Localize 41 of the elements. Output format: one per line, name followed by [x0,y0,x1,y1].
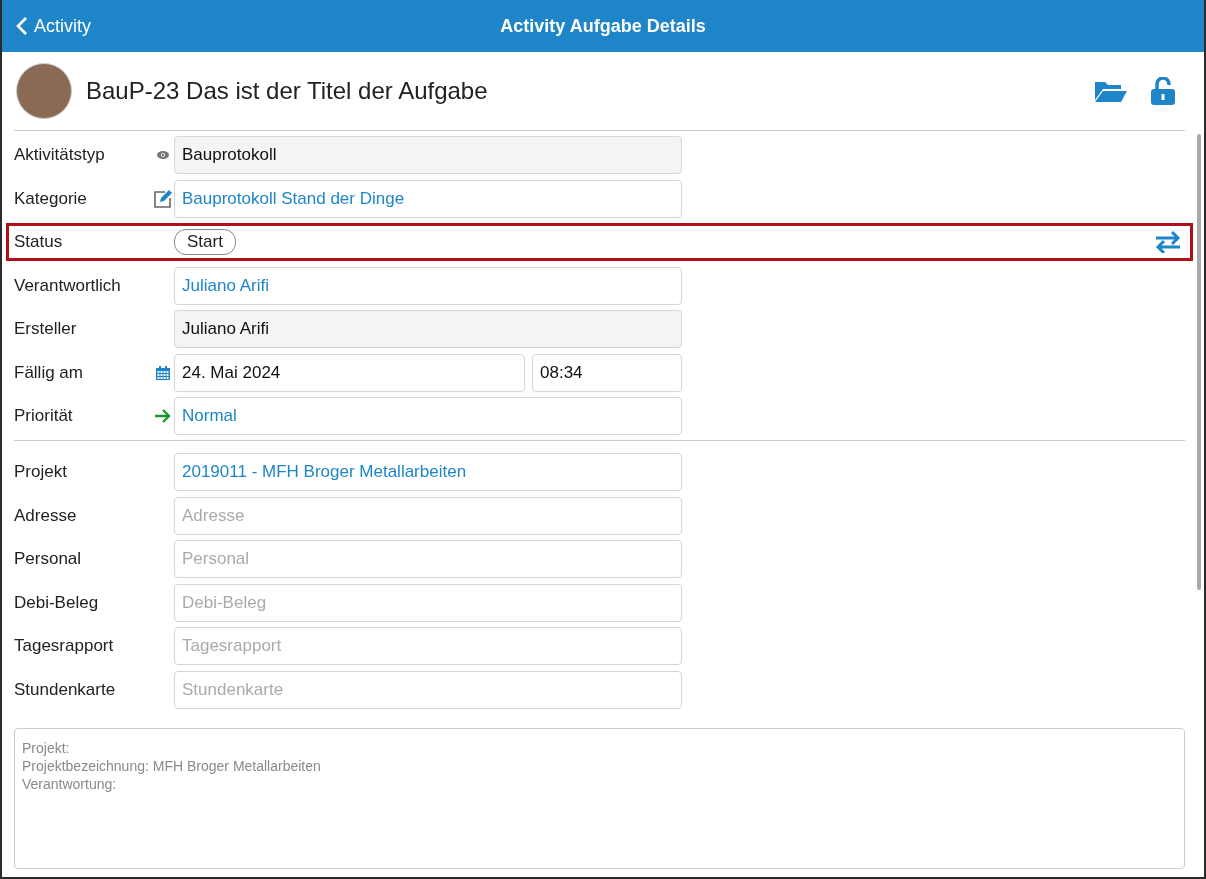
input-field[interactable]: Adresse [174,496,682,535]
scrollbar[interactable] [1197,134,1201,590]
swap-icon[interactable] [1154,231,1182,253]
input-field[interactable]: Tagesrapport [174,627,682,665]
field-label: Personal [14,549,83,569]
chevron-left-icon [16,16,28,36]
field-label: Stundenkarte [14,679,117,700]
field-label: Debi-Beleg [14,592,100,613]
task-title: BauP-23 Das ist der Titel der Aufgabe [86,77,489,105]
input-field[interactable]: Debi-Beleg [174,583,682,622]
eye-icon [157,151,169,159]
date-field[interactable]: 24. Mai 2024 [174,353,525,392]
time-field[interactable]: 08:34 [532,353,682,392]
input-field[interactable]: Personal [174,540,682,578]
field-label: Fällig am [14,362,84,383]
field-label: Projekt [14,462,68,482]
notes-field[interactable]: Projekt: Projektbezeichnung: MFH Broger Metallarbeiten Verantwortung: [14,727,1185,869]
readonly-field: Juliano Arifi [174,310,682,348]
unlock-icon[interactable] [1151,77,1175,105]
field-label: Aktivitätstyp [14,145,106,165]
edit-icon [153,188,173,209]
calendar-icon [156,365,170,380]
field-label: Verantwortlich [14,275,122,296]
folder-icon[interactable] [1095,80,1127,102]
page-title: Activity Aufgabe Details [500,15,706,36]
link-field[interactable]: Normal [174,397,682,435]
avatar [16,63,72,119]
field-label: Kategorie [14,188,88,209]
field-label: Tagesrapport [14,636,115,656]
readonly-field: Bauprotokoll [174,136,682,174]
field-label: Status [14,232,64,252]
input-field[interactable]: Stundenkarte [174,670,682,709]
field-label: Ersteller [14,319,78,339]
arrow-right-icon [154,409,172,423]
input-field[interactable]: 2019011 - MFH Broger Metallarbeiten [174,453,682,491]
link-field[interactable]: Bauprotokoll Stand der Dinge [174,179,682,218]
status-tag: Start [174,229,236,255]
link-field[interactable]: Juliano Arifi [174,266,682,305]
field-label: Adresse [14,505,78,526]
back-button[interactable]: Activity [2,15,91,37]
field-label: Priorität [14,406,74,426]
